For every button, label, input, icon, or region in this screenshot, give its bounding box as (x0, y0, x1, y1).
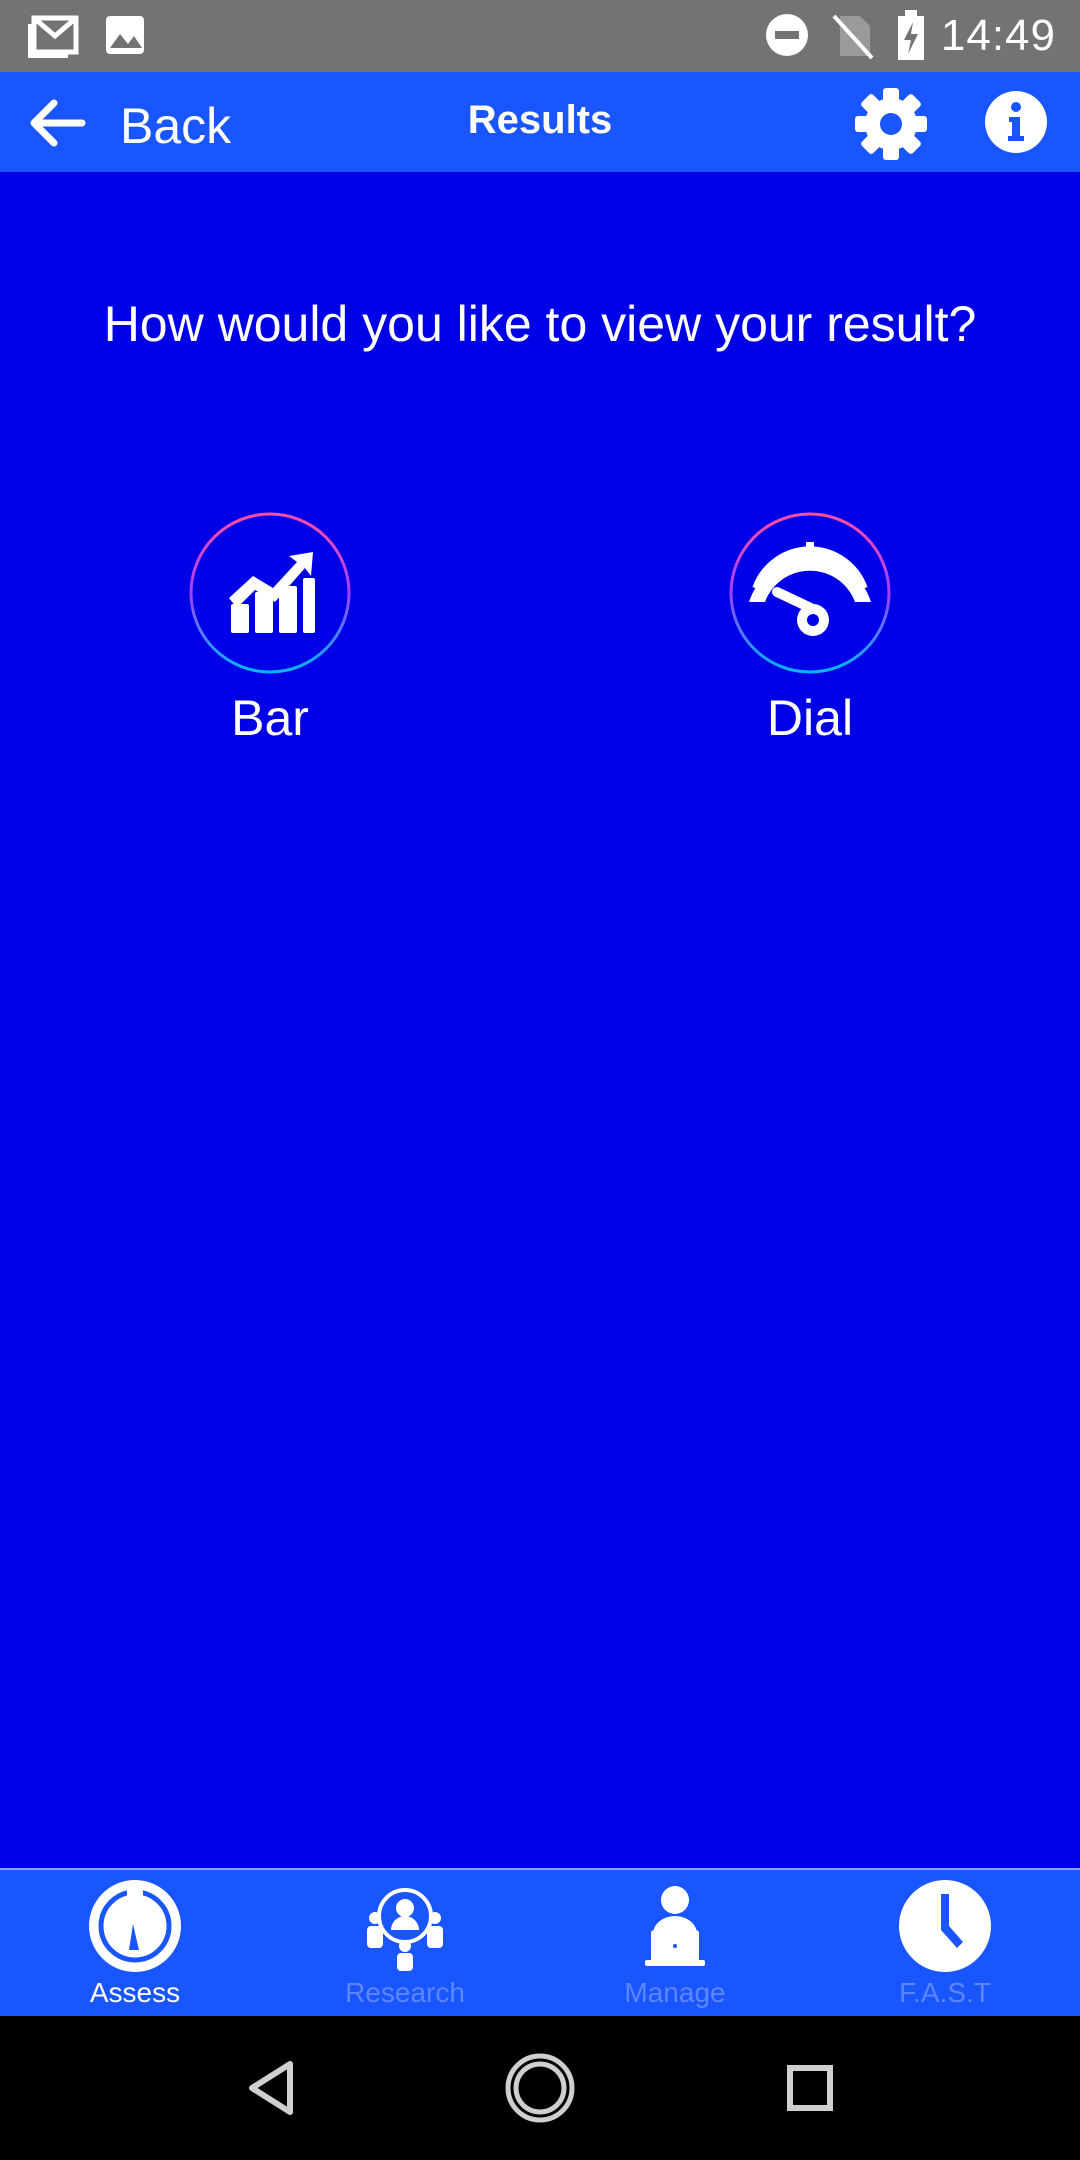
bottom-navigation: Assess Research Manage F.A.S.T (0, 1868, 1080, 2018)
system-recents-icon[interactable] (770, 2048, 850, 2128)
research-people-icon (367, 1888, 443, 1971)
status-bar: 14:49 (0, 0, 1080, 72)
dial-option-label: Dial (766, 690, 854, 746)
question-text: How would you like to view your result? (103, 296, 977, 352)
bar-chart-icon (189, 512, 351, 674)
info-icon[interactable] (984, 90, 1048, 154)
gauge-icon (89, 1880, 181, 1972)
nav-label-fast: F.A.S.T (899, 1977, 991, 2008)
do-not-disturb-icon (766, 14, 808, 56)
system-back-icon[interactable] (232, 2048, 312, 2128)
no-sim-icon (832, 14, 874, 60)
bar-option-label: Bar (231, 690, 309, 746)
nav-label-research: Research (345, 1977, 465, 2008)
clock-time: 14:49 (940, 11, 1056, 60)
gear-icon[interactable] (853, 86, 929, 162)
manager-laptop-icon (645, 1886, 705, 1966)
nav-item-manage[interactable]: Manage (540, 1870, 810, 2018)
image-icon (106, 16, 144, 54)
nav-item-research[interactable]: Research (270, 1870, 540, 2018)
gmail-icon (28, 15, 79, 58)
system-home-icon[interactable] (500, 2048, 580, 2128)
bar-option-button[interactable]: Bar (160, 512, 380, 748)
nav-item-assess[interactable]: Assess (0, 1870, 270, 2018)
app-bar: Back Results (0, 72, 1080, 172)
clock-icon (899, 1880, 991, 1972)
battery-charging-icon (898, 10, 924, 60)
nav-label-assess: Assess (89, 1977, 181, 2008)
nav-label-manage: Manage (624, 1977, 726, 2008)
nav-item-fast[interactable]: F.A.S.T (810, 1870, 1080, 2018)
system-navigation-bar (0, 2016, 1080, 2160)
dial-gauge-icon (729, 512, 891, 674)
dial-option-button[interactable]: Dial (700, 512, 920, 748)
